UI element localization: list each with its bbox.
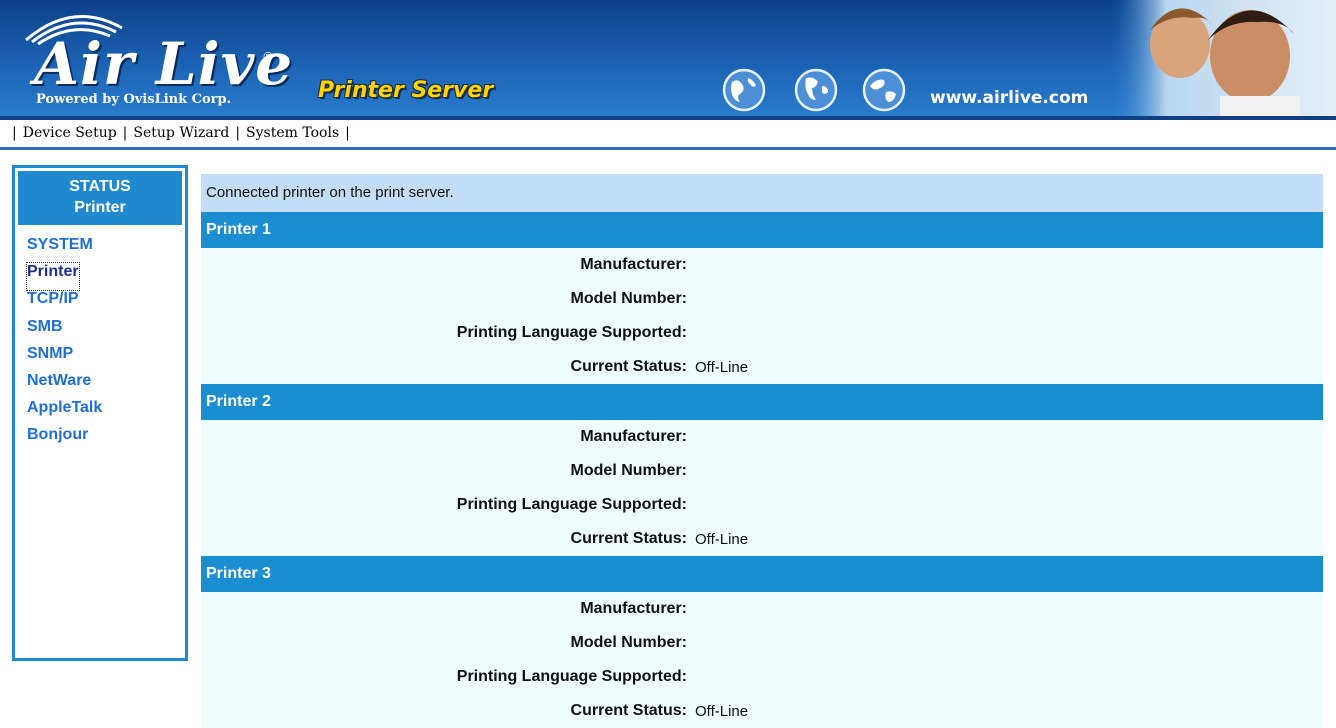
current-status-label: Current Status: bbox=[570, 358, 687, 375]
menu-system-tools[interactable]: System Tools bbox=[246, 125, 339, 141]
sidebar-item-netware-wrap: NetWare bbox=[27, 372, 102, 399]
current-status-value: Off-Line bbox=[695, 530, 749, 548]
printer-1-manufacturer-row: Manufacturer: bbox=[201, 248, 1323, 282]
sidebar-item-netware[interactable]: NetWare bbox=[27, 372, 102, 399]
sidebar-header-title: STATUS bbox=[69, 178, 131, 195]
printer-3-model-row: Model Number: bbox=[201, 626, 1323, 660]
current-status-value: Off-Line bbox=[695, 358, 749, 376]
menu-separator: | bbox=[12, 125, 17, 141]
printer-1-language-row: Printing Language Supported: bbox=[201, 316, 1323, 350]
globe-icon bbox=[722, 68, 766, 112]
model-number-label: Model Number: bbox=[570, 290, 687, 307]
product-title: Printer Server bbox=[318, 78, 494, 103]
menu-separator: | bbox=[235, 125, 241, 141]
printer-2-header: Printer 2 bbox=[201, 384, 1323, 420]
printer-1-status-row: Current Status: Off-Line bbox=[201, 350, 1323, 384]
sidebar-item-smb[interactable]: SMB bbox=[27, 318, 102, 345]
printing-language-label: Printing Language Supported: bbox=[456, 496, 687, 513]
sidebar-item-system-wrap: SYSTEM bbox=[27, 236, 102, 263]
menu-separator: | bbox=[345, 125, 350, 141]
printer-3-language-row: Printing Language Supported: bbox=[201, 660, 1323, 694]
registered-mark: ® bbox=[262, 50, 274, 64]
sidebar-item-bonjour-wrap: Bonjour bbox=[27, 426, 102, 453]
sidebar-header: STATUS Printer bbox=[18, 171, 182, 225]
manufacturer-label: Manufacturer: bbox=[580, 600, 687, 617]
website-url: www.airlive.com bbox=[930, 88, 1089, 108]
main-content: Connected printer on the print server. P… bbox=[201, 174, 1323, 728]
top-menu-bar: | Device Setup | Setup Wizard | System Tools | bbox=[0, 116, 1336, 150]
printer-1-header: Printer 1 bbox=[201, 212, 1323, 248]
printing-language-label: Printing Language Supported: bbox=[456, 668, 687, 685]
sidebar-item-snmp-wrap: SNMP bbox=[27, 345, 102, 372]
sidebar-item-tcpip-wrap: TCP/IP bbox=[27, 290, 102, 317]
powered-by-text: Powered by OvisLink Corp. bbox=[36, 92, 232, 107]
model-number-label: Model Number: bbox=[570, 634, 687, 651]
header-banner: Air Live ® Powered by OvisLink Corp. Pri… bbox=[0, 0, 1336, 116]
sidebar-item-tcpip[interactable]: TCP/IP bbox=[27, 290, 102, 317]
sidebar-header-subtitle: Printer bbox=[74, 199, 126, 216]
menu-separator: | bbox=[122, 125, 128, 141]
current-status-label: Current Status: bbox=[570, 702, 687, 719]
printer-2-language-row: Printing Language Supported: bbox=[201, 488, 1323, 522]
page-caption: Connected printer on the print server. bbox=[201, 174, 1323, 212]
manufacturer-label: Manufacturer: bbox=[580, 428, 687, 445]
globe-icon bbox=[794, 68, 838, 112]
banner-photo bbox=[1110, 0, 1336, 116]
sidebar-item-printer-wrap: Printer bbox=[26, 262, 102, 292]
menu-device-setup[interactable]: Device Setup bbox=[23, 125, 117, 141]
sidebar-item-printer[interactable]: Printer bbox=[26, 262, 80, 292]
printer-2-status-row: Current Status: Off-Line bbox=[201, 522, 1323, 556]
printer-3-status-row: Current Status: Off-Line bbox=[201, 694, 1323, 728]
printing-language-label: Printing Language Supported: bbox=[456, 324, 687, 341]
sidebar-item-bonjour[interactable]: Bonjour bbox=[27, 426, 102, 453]
printer-1-model-row: Model Number: bbox=[201, 282, 1323, 316]
sidebar: STATUS Printer SYSTEM Printer TCP/IP SMB… bbox=[12, 165, 188, 661]
printer-2-model-row: Model Number: bbox=[201, 454, 1323, 488]
current-status-value: Off-Line bbox=[695, 702, 749, 720]
menu-setup-wizard[interactable]: Setup Wizard bbox=[133, 125, 229, 141]
sidebar-item-appletalk-wrap: AppleTalk bbox=[27, 399, 102, 426]
manufacturer-label: Manufacturer: bbox=[580, 256, 687, 273]
globe-icon bbox=[862, 68, 906, 112]
airlive-logo: Air Live bbox=[34, 30, 294, 98]
sidebar-list: SYSTEM Printer TCP/IP SMB SNMP NetWare A… bbox=[26, 236, 102, 454]
menu-items: | Device Setup | Setup Wizard | System Tools | bbox=[6, 125, 356, 141]
printer-3-manufacturer-row: Manufacturer: bbox=[201, 592, 1323, 626]
sidebar-item-smb-wrap: SMB bbox=[27, 318, 102, 345]
sidebar-item-snmp[interactable]: SNMP bbox=[27, 345, 102, 372]
sidebar-item-system[interactable]: SYSTEM bbox=[27, 236, 102, 263]
model-number-label: Model Number: bbox=[570, 462, 687, 479]
current-status-label: Current Status: bbox=[570, 530, 687, 547]
printer-2-manufacturer-row: Manufacturer: bbox=[201, 420, 1323, 454]
printer-3-header: Printer 3 bbox=[201, 556, 1323, 592]
sidebar-item-appletalk[interactable]: AppleTalk bbox=[27, 399, 102, 426]
